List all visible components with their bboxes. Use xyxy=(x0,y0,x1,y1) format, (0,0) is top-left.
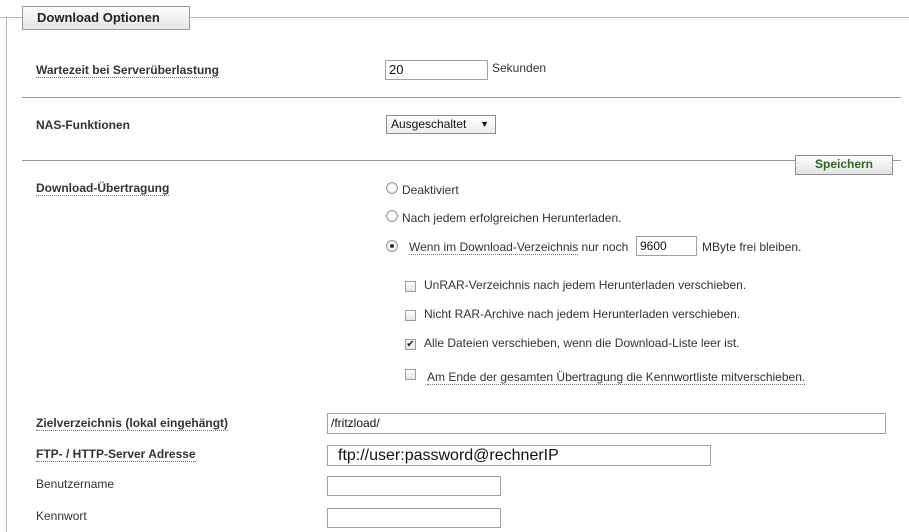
separator xyxy=(22,97,901,98)
fieldset-border-left xyxy=(6,17,7,532)
free-space-unit: MByte frei bleiben. xyxy=(702,240,802,254)
target-input[interactable]: /fritzload/ xyxy=(327,413,886,434)
chevron-down-icon: ▼ xyxy=(480,119,489,129)
password-input[interactable] xyxy=(327,508,501,528)
wait-input[interactable]: 20 xyxy=(385,60,488,80)
checkmark-icon: ✔ xyxy=(406,339,415,350)
nas-select[interactable]: Ausgeschaltet ▼ xyxy=(386,115,496,134)
checkbox-move-all-files[interactable]: ✔ xyxy=(405,339,416,350)
transfer-label: Download-Übertragung xyxy=(36,181,170,196)
username-label: Benutzername xyxy=(36,477,115,491)
checkbox-move-password-list-label: Am Ende der gesamten Übertragung die Ken… xyxy=(427,370,806,385)
checkbox-unrar-move[interactable] xyxy=(405,281,416,292)
nas-label: NAS-Funktionen xyxy=(36,118,130,132)
checkbox-move-password-list[interactable] xyxy=(405,369,416,380)
checkbox-move-all-files-label: Alle Dateien verschieben, wenn die Downl… xyxy=(424,336,740,350)
nas-select-value: Ausgeschaltet xyxy=(391,117,467,131)
radio-when-space-left-label: Wenn im Download-Verzeichnis nur noch xyxy=(409,240,629,255)
radio-after-each-download-label: Nach jedem erfolgreichen Herunterladen. xyxy=(402,211,622,225)
password-label: Kennwort xyxy=(36,509,87,523)
target-label: Zielverzeichnis (lokal eingehängt) xyxy=(36,416,229,431)
checkbox-non-rar-move[interactable] xyxy=(405,310,416,321)
checkbox-non-rar-move-label: Nicht RAR-Archive nach jedem Herunterlad… xyxy=(424,307,741,321)
radio-deactivated[interactable] xyxy=(386,182,398,194)
section-title: Download Optionen xyxy=(22,6,190,30)
wait-label: Wartezeit bei Serverüberlastung xyxy=(36,63,219,78)
radio-deactivated-label: Deaktiviert xyxy=(402,183,459,197)
fieldset-border-top-right xyxy=(190,17,909,18)
fieldset-border-top xyxy=(0,17,22,18)
checkbox-unrar-move-label: UnRAR-Verzeichnis nach jedem Herunterlad… xyxy=(424,278,747,292)
server-input[interactable]: ftp://user:password@rechnerIP xyxy=(327,445,711,466)
save-button[interactable]: Speichern xyxy=(795,155,893,175)
radio-when-space-label-text: Wenn im Download-Verzeichnis xyxy=(409,240,579,255)
free-space-input[interactable]: 9600 xyxy=(636,236,697,256)
wait-unit: Sekunden xyxy=(492,61,547,75)
username-input[interactable] xyxy=(327,476,501,496)
server-label: FTP- / HTTP-Server Adresse xyxy=(36,447,196,462)
radio-when-space-left[interactable] xyxy=(386,240,398,252)
radio-when-space-label-mid: nur noch xyxy=(578,240,629,254)
separator xyxy=(22,160,901,161)
radio-after-each-download[interactable] xyxy=(386,210,398,222)
